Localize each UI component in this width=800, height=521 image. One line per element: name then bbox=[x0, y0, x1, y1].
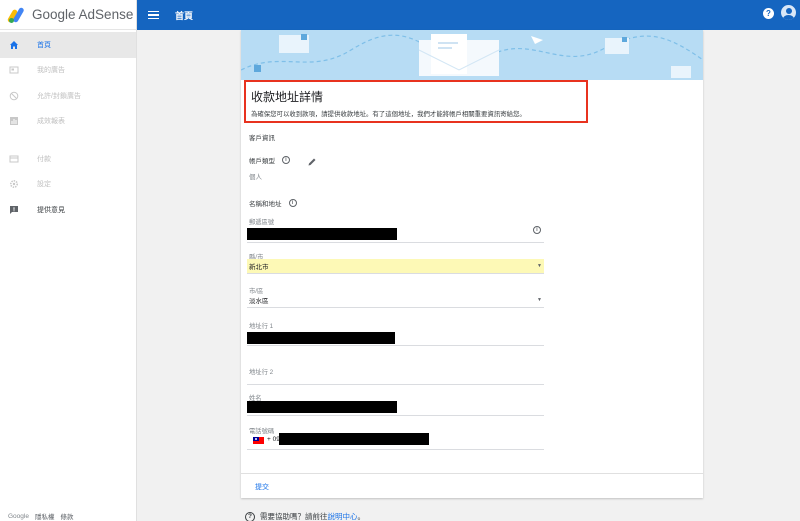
privacy-link[interactable]: 隱私權 bbox=[35, 511, 55, 521]
county-value: 新北市 bbox=[249, 264, 269, 271]
phone-prefix: + 09 bbox=[267, 436, 280, 443]
chevron-down-icon: ▼ bbox=[537, 297, 542, 303]
sidebar-item-label: 設定 bbox=[37, 181, 51, 189]
sidebar-item-payments[interactable]: 付款 bbox=[0, 146, 136, 172]
address-line-1-field[interactable]: 地址行 1 bbox=[247, 319, 544, 346]
address-line-1-label: 地址行 1 bbox=[249, 323, 274, 330]
district-label: 市/區 bbox=[249, 288, 264, 295]
sidebar-item-my-ads[interactable]: 我的廣告 bbox=[0, 58, 136, 84]
county-select[interactable]: 縣/市 新北市 ▼ bbox=[247, 250, 544, 274]
sidebar-nav: 首頁 我的廣告 允許/封鎖廣告 成效報表 付款 設定 提供意見 bbox=[0, 32, 136, 223]
form-title: 收款地址詳情 bbox=[251, 90, 324, 104]
home-icon bbox=[9, 40, 19, 50]
form-subtitle: 為確保您可以收到款項，請提供收款地址。有了這個地址，我們才能將帳戶相關重要資訊寄… bbox=[251, 111, 526, 118]
sidebar-item-label: 提供意見 bbox=[37, 206, 65, 214]
sidebar-item-label: 首頁 bbox=[37, 41, 51, 49]
sidebar-item-feedback[interactable]: 提供意見 bbox=[0, 197, 136, 223]
help-suffix: 。 bbox=[357, 512, 366, 521]
logo-text: Google AdSense bbox=[32, 7, 134, 22]
info-icon[interactable]: i bbox=[282, 156, 290, 164]
sidebar-item-label: 付款 bbox=[37, 155, 51, 163]
help-center-prompt: ? 需要協助嗎？請前往說明中心。 bbox=[245, 511, 365, 521]
redacted-postal-code bbox=[247, 228, 397, 240]
address-line-2-label: 地址行 2 bbox=[249, 369, 274, 376]
page-title: 首頁 bbox=[175, 10, 194, 21]
district-value: 淡水區 bbox=[249, 298, 269, 305]
settings-icon bbox=[9, 179, 19, 189]
footer-google-text: Google bbox=[8, 512, 29, 520]
help-circle-icon: ? bbox=[245, 511, 255, 521]
phone-label: 電話號碼 bbox=[249, 428, 275, 435]
redacted-name bbox=[247, 401, 397, 413]
info-icon[interactable]: i bbox=[533, 226, 541, 234]
address-line-2-field[interactable]: 地址行 2 bbox=[247, 365, 544, 385]
redacted-address-line-1 bbox=[247, 332, 395, 344]
redacted-phone-number bbox=[279, 433, 429, 445]
title-highlight-box: 收款地址詳情 為確保您可以收到款項，請提供收款地址。有了這個地址，我們才能將帳戶… bbox=[244, 80, 588, 123]
taiwan-flag-icon[interactable] bbox=[253, 437, 264, 444]
divider bbox=[241, 473, 703, 474]
help-question: 需要協助嗎？請前往 bbox=[260, 512, 328, 521]
edit-pencil-icon[interactable] bbox=[307, 154, 317, 166]
account-type-value: 個人 bbox=[249, 174, 262, 181]
envelope-banner-illustration bbox=[241, 30, 703, 80]
district-select[interactable]: 市/區 淡水區 ▼ bbox=[247, 284, 544, 308]
reports-icon bbox=[9, 116, 19, 126]
postal-code-label: 郵遞區號 bbox=[249, 219, 275, 226]
info-icon[interactable]: i bbox=[288, 199, 297, 207]
sidebar-item-label: 我的廣告 bbox=[37, 67, 65, 75]
sidebar-footer: Google 隱私權 條款 bbox=[8, 511, 73, 521]
sidebar-item-block-controls[interactable]: 允許/封鎖廣告 bbox=[0, 83, 136, 109]
top-app-bar: 首頁 ? bbox=[137, 0, 800, 30]
ads-icon bbox=[9, 65, 19, 75]
avatar[interactable] bbox=[781, 5, 796, 20]
chevron-down-icon: ▼ bbox=[537, 263, 542, 269]
feedback-icon bbox=[9, 205, 19, 215]
payments-icon bbox=[9, 154, 19, 164]
sidebar: Google AdSense 首頁 我的廣告 允許/封鎖廣告 成效報表 付款 設… bbox=[0, 0, 137, 521]
account-type-row: 帳戶類型 i bbox=[249, 155, 290, 165]
name-address-heading: 名稱和地址 bbox=[249, 201, 282, 208]
customer-info-heading: 客戶資訊 bbox=[249, 135, 275, 142]
sidebar-item-label: 允許/封鎖廣告 bbox=[37, 92, 81, 100]
sidebar-item-settings[interactable]: 設定 bbox=[0, 172, 136, 198]
name-address-row: 名稱和地址 i bbox=[249, 198, 297, 208]
adsense-logo[interactable]: Google AdSense bbox=[0, 0, 136, 30]
adsense-logo-icon bbox=[6, 6, 27, 23]
submit-button[interactable]: 提交 bbox=[255, 482, 269, 492]
terms-link[interactable]: 條款 bbox=[60, 511, 73, 521]
help-icon[interactable]: ? bbox=[763, 8, 774, 19]
account-type-label: 帳戶類型 bbox=[249, 158, 275, 165]
postal-code-field[interactable]: 郵遞區號 i bbox=[247, 213, 544, 243]
phone-field[interactable]: 電話號碼 + 09 bbox=[247, 424, 544, 450]
payment-address-card: 收款地址詳情 為確保您可以收到款項，請提供收款地址。有了這個地址，我們才能將帳戶… bbox=[241, 30, 703, 498]
sidebar-item-home[interactable]: 首頁 bbox=[0, 32, 136, 58]
help-center-link[interactable]: 說明中心 bbox=[328, 512, 358, 521]
hamburger-menu-icon[interactable] bbox=[148, 10, 159, 20]
block-icon bbox=[9, 91, 19, 101]
sidebar-item-label: 成效報表 bbox=[37, 118, 65, 126]
name-field[interactable]: 姓名 bbox=[247, 391, 544, 416]
sidebar-item-reports[interactable]: 成效報表 bbox=[0, 109, 136, 135]
